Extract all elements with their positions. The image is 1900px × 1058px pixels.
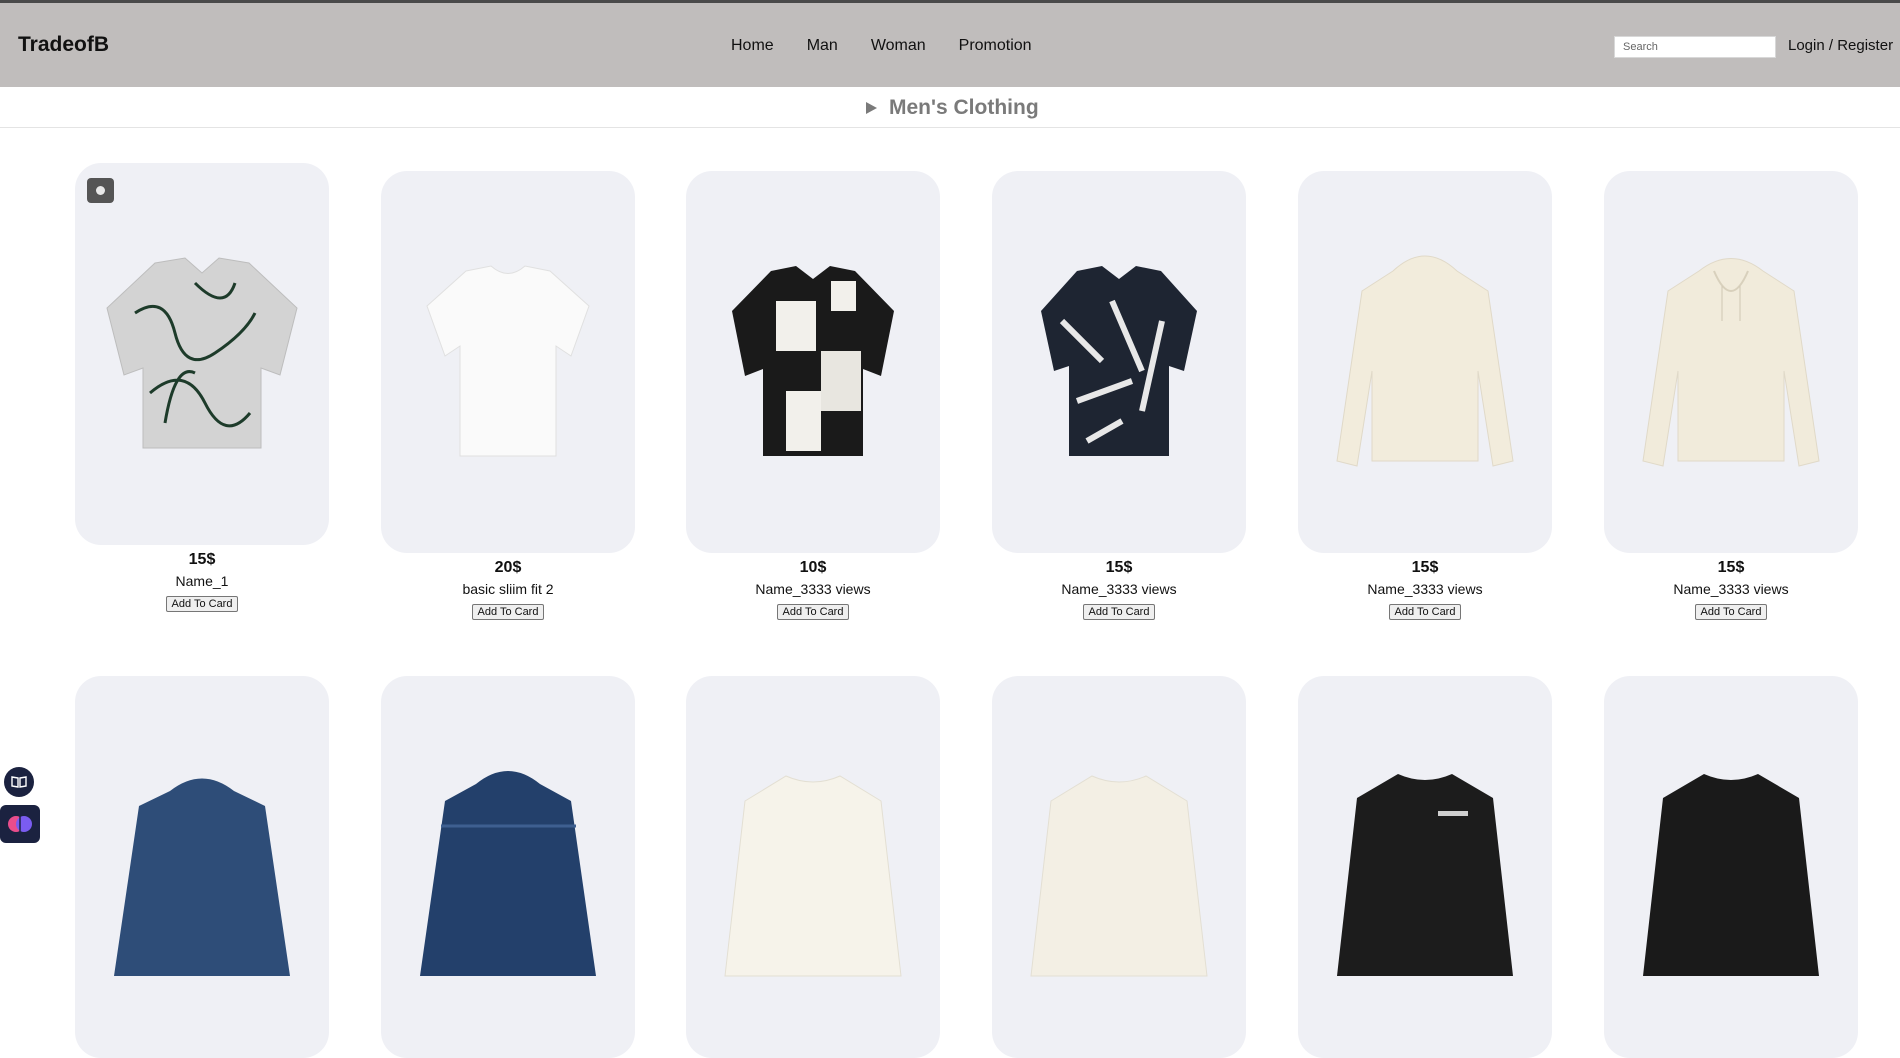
add-to-cart-button[interactable]: Add To Card xyxy=(776,604,850,620)
product-price: 15$ xyxy=(1717,559,1745,576)
shirt-image xyxy=(732,266,894,456)
category-toggle[interactable]: Men's Clothing xyxy=(866,96,1039,120)
nav-woman[interactable]: Woman xyxy=(871,37,926,55)
add-to-cart-button[interactable]: Add To Card xyxy=(165,596,239,612)
product-card[interactable] xyxy=(381,676,635,1058)
product-card[interactable] xyxy=(1604,676,1858,1058)
product-name: Name_3333 views xyxy=(1673,581,1789,597)
badge-icon[interactable] xyxy=(87,178,114,203)
product-card[interactable] xyxy=(992,676,1246,1058)
product-image[interactable] xyxy=(686,676,940,1058)
hoodie-image xyxy=(1336,255,1514,467)
expand-triangle-icon xyxy=(866,102,877,114)
product-image[interactable] xyxy=(992,171,1246,553)
category-title: Men's Clothing xyxy=(889,96,1039,119)
product-name: Name_1 xyxy=(175,573,229,589)
sweatshirt-image xyxy=(1643,774,1819,976)
tshirt-image xyxy=(426,265,590,457)
product-price: 10$ xyxy=(799,559,827,576)
sweatshirt-image xyxy=(724,775,902,977)
product-price: 20$ xyxy=(494,559,522,576)
product-image[interactable] xyxy=(381,676,635,1058)
nav-promotion[interactable]: Promotion xyxy=(959,37,1032,55)
search-input[interactable] xyxy=(1614,36,1776,58)
product-image[interactable] xyxy=(992,676,1246,1058)
add-to-cart-button[interactable]: Add To Card xyxy=(1694,604,1768,620)
main-menu: Home Man Woman Promotion xyxy=(731,37,1032,55)
add-to-cart-button[interactable]: Add To Card xyxy=(471,604,545,620)
sweatshirt-image xyxy=(1030,775,1208,977)
product-image[interactable] xyxy=(1298,171,1552,553)
product-image[interactable] xyxy=(75,163,329,545)
add-to-cart-button[interactable]: Add To Card xyxy=(1082,604,1156,620)
navbar: TradeofB Home Man Woman Promotion Login … xyxy=(0,3,1900,87)
brand-logo[interactable]: TradeofB xyxy=(18,33,109,57)
product-card[interactable]: 10$ Name_3333 views Add To Card xyxy=(686,171,940,620)
reader-icon[interactable] xyxy=(4,767,34,797)
brain-icon[interactable] xyxy=(0,805,40,843)
product-name: basic sliim fit 2 xyxy=(462,581,554,597)
hoodie-image xyxy=(1642,258,1820,467)
product-card[interactable] xyxy=(686,676,940,1058)
add-to-cart-button[interactable]: Add To Card xyxy=(1388,604,1462,620)
login-register-link[interactable]: Login / Register xyxy=(1788,37,1893,54)
product-card[interactable] xyxy=(1298,676,1552,1058)
product-image[interactable] xyxy=(686,171,940,553)
product-card[interactable]: 15$ Name_1 Add To Card xyxy=(75,163,329,612)
shirt-image xyxy=(1041,266,1197,456)
product-name: Name_3333 views xyxy=(1061,581,1177,597)
product-image[interactable] xyxy=(1604,171,1858,553)
product-price: 15$ xyxy=(1105,559,1133,576)
product-card[interactable]: 15$ Name_3333 views Add To Card xyxy=(1298,171,1552,620)
product-image[interactable] xyxy=(1298,676,1552,1058)
shirt-image xyxy=(106,257,298,449)
category-summary-bar: Men's Clothing xyxy=(0,87,1900,128)
product-price: 15$ xyxy=(188,551,216,568)
product-price: 15$ xyxy=(1411,559,1439,576)
product-image[interactable] xyxy=(1604,676,1858,1058)
hoodie-image xyxy=(420,771,596,976)
product-card[interactable]: 15$ Name_3333 views Add To Card xyxy=(992,171,1246,620)
product-name: Name_3333 views xyxy=(1367,581,1483,597)
nav-home[interactable]: Home xyxy=(731,37,774,55)
sweatshirt-image xyxy=(1337,774,1513,976)
product-card[interactable]: 15$ Name_3333 views Add To Card xyxy=(1604,171,1858,620)
product-card[interactable] xyxy=(75,676,329,1058)
nav-man[interactable]: Man xyxy=(807,37,838,55)
hoodie-image xyxy=(114,778,290,976)
product-image[interactable] xyxy=(381,171,635,553)
product-card[interactable]: 20$ basic sliim fit 2 Add To Card xyxy=(381,171,635,620)
product-name: Name_3333 views xyxy=(755,581,871,597)
product-image[interactable] xyxy=(75,676,329,1058)
